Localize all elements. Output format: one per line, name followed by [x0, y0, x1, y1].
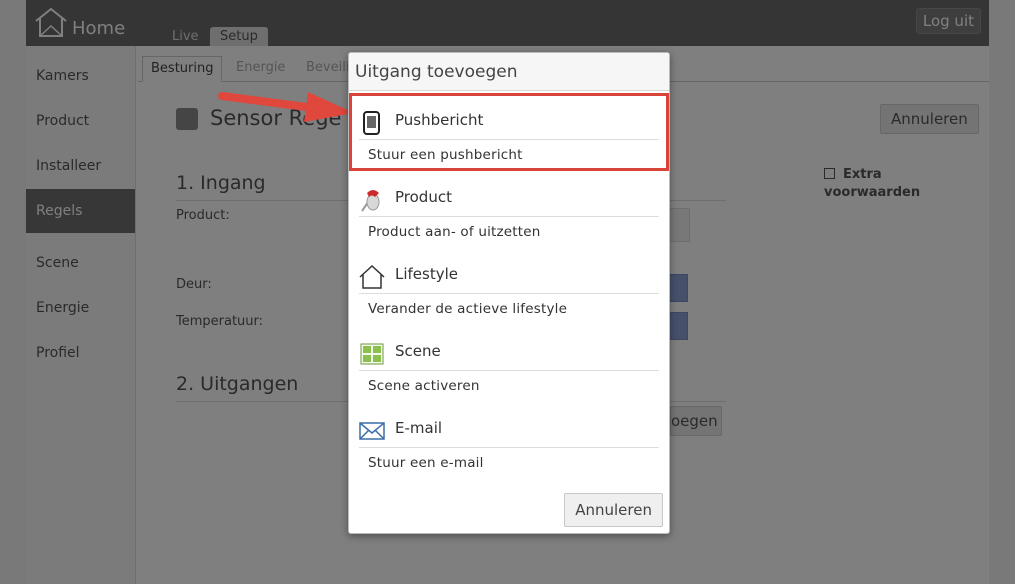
option-name: Product	[395, 188, 452, 206]
option-description: Stuur een e-mail	[368, 455, 484, 471]
option-lifestyle[interactable]: Lifestyle Verander de actieve lifestyle	[359, 249, 659, 323]
option-email[interactable]: E-mail Stuur een e-mail	[359, 403, 659, 477]
option-name: Lifestyle	[395, 265, 459, 283]
product-icon	[361, 190, 380, 212]
dialog-title: Uitgang toevoegen	[355, 62, 518, 82]
divider	[359, 216, 659, 217]
divider	[359, 447, 659, 448]
option-description: Verander de actieve lifestyle	[368, 301, 568, 317]
divider	[359, 293, 659, 294]
house-icon	[359, 264, 385, 289]
add-output-dialog: Uitgang toevoegen Pushbericht Stuur een …	[348, 52, 670, 534]
envelope-icon	[359, 422, 385, 440]
scene-grid-icon	[360, 343, 384, 365]
option-description: Product aan- of uitzetten	[368, 224, 541, 240]
dialog-cancel-button[interactable]: Annuleren	[564, 493, 663, 527]
divider	[359, 370, 659, 371]
divider	[359, 139, 659, 140]
option-name: Pushbericht	[395, 111, 484, 129]
option-pushbericht[interactable]: Pushbericht Stuur een pushbericht	[359, 95, 659, 169]
option-scene[interactable]: Scene Scene activeren	[359, 326, 659, 400]
option-name: E-mail	[395, 419, 443, 437]
option-description: Stuur een pushbericht	[368, 147, 523, 163]
option-product[interactable]: Product Product aan- of uitzetten	[359, 172, 659, 246]
option-name: Scene	[395, 342, 441, 360]
option-description: Scene activeren	[368, 378, 480, 394]
phone-icon	[363, 111, 380, 135]
